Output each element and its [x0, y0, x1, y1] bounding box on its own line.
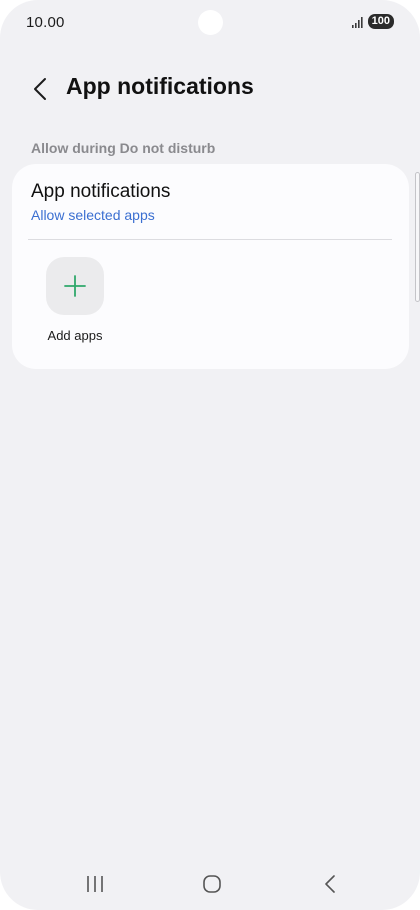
back-button[interactable] — [28, 75, 52, 103]
recents-icon — [87, 876, 103, 892]
page-title: App notifications — [66, 73, 254, 99]
plus-icon — [64, 275, 86, 297]
status-time: 10.00 — [26, 14, 65, 31]
nav-back-button[interactable] — [316, 872, 344, 896]
navigation-bar — [0, 862, 420, 906]
battery-indicator: 100 — [367, 14, 394, 29]
status-indicators: 100 — [351, 14, 394, 29]
section-label: Allow during Do not disturb — [31, 140, 216, 156]
app-notifications-setting[interactable]: App notifications Allow selected apps — [12, 164, 409, 234]
chevron-left-icon — [34, 78, 46, 100]
home-button[interactable] — [198, 872, 226, 896]
setting-title: App notifications — [31, 181, 171, 202]
phone-screen: 10.00 100 App notifications Allow during… — [0, 0, 420, 910]
add-apps-label: Add apps — [47, 328, 103, 343]
camera-cutout — [198, 10, 223, 35]
recents-button[interactable] — [81, 872, 109, 896]
setting-value: Allow selected apps — [31, 207, 155, 223]
add-apps-button[interactable]: Add apps — [38, 256, 112, 348]
app-notifications-card: App notifications Allow selected apps Ad… — [12, 164, 409, 369]
scroll-indicator — [415, 172, 420, 302]
add-apps-tile[interactable] — [46, 257, 104, 315]
home-icon — [203, 875, 221, 893]
signal-icon — [351, 16, 363, 28]
divider — [28, 239, 392, 240]
back-icon — [325, 875, 335, 893]
